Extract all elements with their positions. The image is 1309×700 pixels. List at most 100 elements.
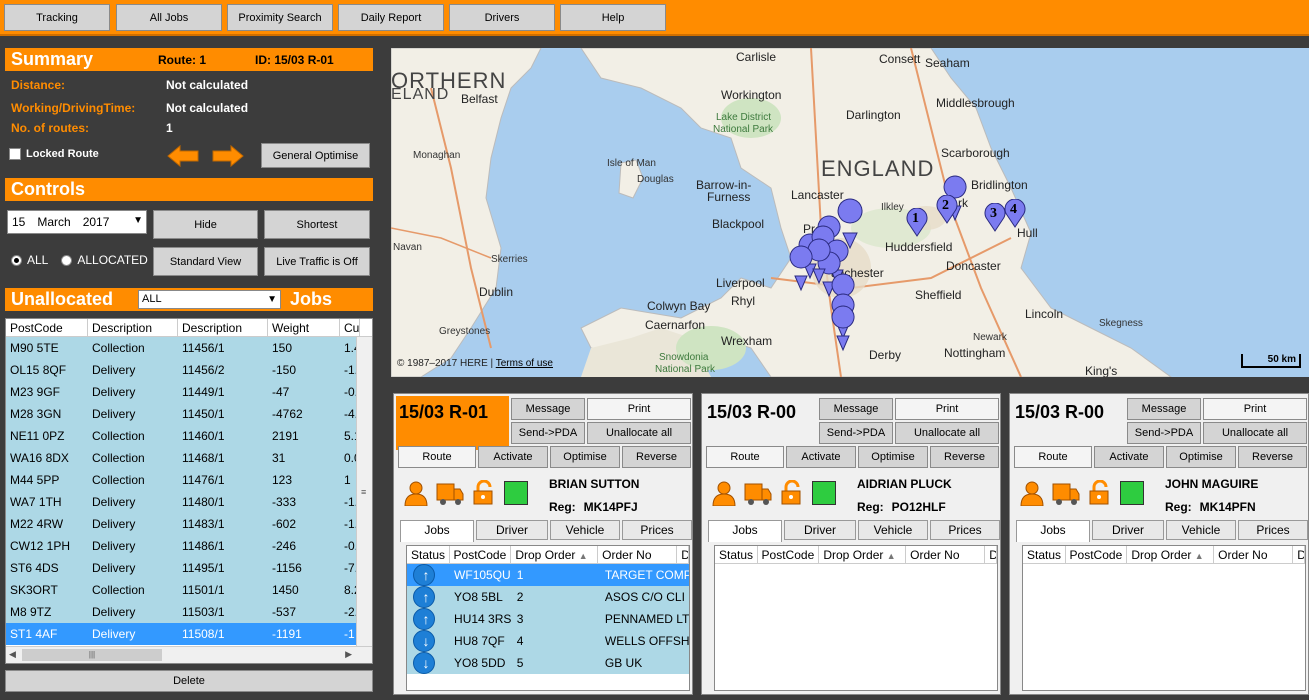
table-row[interactable]: ↑ WF105QU 1 TARGET COMP bbox=[407, 564, 689, 586]
tab-driver[interactable]: Driver bbox=[476, 520, 548, 540]
unallocate-all-button[interactable]: Unallocate all bbox=[895, 422, 999, 444]
col-postcode[interactable]: PostCode bbox=[1066, 546, 1128, 563]
col-description[interactable]: Description bbox=[88, 319, 178, 336]
vertical-scrollbar[interactable]: ≡ bbox=[356, 337, 372, 647]
table-row[interactable]: WA16 8DX Collection 11468/1 31 0.0 bbox=[6, 447, 372, 469]
col-description[interactable]: De bbox=[1293, 546, 1305, 563]
table-row[interactable]: M28 3GN Delivery 11450/1 -4762 -4. bbox=[6, 403, 372, 425]
route-title[interactable]: 15/03 R-00 bbox=[704, 396, 817, 450]
tab-vehicle[interactable]: Vehicle bbox=[550, 520, 620, 540]
horizontal-scrollbar[interactable]: ◀ ||| ▶ bbox=[6, 646, 372, 663]
message-button[interactable]: Message bbox=[511, 398, 585, 420]
route-marker-4[interactable]: 4 bbox=[1003, 199, 1027, 229]
send-pda-button[interactable]: Send->PDA bbox=[1127, 422, 1201, 444]
unlock-icon[interactable] bbox=[778, 480, 806, 506]
hide-button[interactable]: Hide bbox=[153, 210, 258, 239]
tab-jobs[interactable]: Jobs bbox=[708, 520, 782, 542]
unallocate-all-button[interactable]: Unallocate all bbox=[1203, 422, 1307, 444]
nav-help-button[interactable]: Help bbox=[560, 4, 666, 31]
radio-allocated[interactable] bbox=[61, 254, 73, 266]
message-button[interactable]: Message bbox=[1127, 398, 1201, 420]
table-row[interactable]: ↓ YO8 5DD 5 GB UK bbox=[407, 652, 689, 674]
col-postcode[interactable]: PostCode bbox=[6, 319, 88, 336]
table-row[interactable]: M23 9GF Delivery 11449/1 -47 -0. bbox=[6, 381, 372, 403]
col-status[interactable]: Status bbox=[1023, 546, 1066, 563]
map-view[interactable]: ORTHERN ELAND Belfast Carlisle Consett S… bbox=[391, 48, 1309, 377]
col-weight[interactable]: Weight bbox=[268, 319, 340, 336]
arrow-right-icon[interactable] bbox=[211, 144, 245, 168]
unlock-icon[interactable] bbox=[470, 480, 498, 506]
live-traffic-button[interactable]: Live Traffic is Off bbox=[264, 247, 370, 276]
col-drop-order[interactable]: Drop Order ▲ bbox=[819, 546, 907, 563]
col-status[interactable]: Status bbox=[715, 546, 758, 563]
tab-jobs[interactable]: Jobs bbox=[400, 520, 474, 542]
table-row[interactable]: ↓ HU8 7QF 4 WELLS OFFSH bbox=[407, 630, 689, 652]
message-button[interactable]: Message bbox=[819, 398, 893, 420]
activate-button[interactable]: Activate bbox=[1094, 446, 1164, 468]
col-postcode[interactable]: PostCode bbox=[450, 546, 512, 563]
reverse-button[interactable]: Reverse bbox=[622, 446, 691, 468]
tab-prices[interactable]: Prices bbox=[1238, 520, 1308, 540]
table-row[interactable]: SK3ORT Collection 11501/1 1450 8.2 bbox=[6, 579, 372, 601]
nav-all-jobs-button[interactable]: All Jobs bbox=[116, 4, 222, 31]
scroll-right-icon[interactable]: ▶ bbox=[345, 649, 352, 660]
col-order-no[interactable]: Order No bbox=[598, 546, 678, 563]
tab-driver[interactable]: Driver bbox=[1092, 520, 1164, 540]
terms-of-use-link[interactable]: Terms of use bbox=[496, 358, 553, 369]
table-row[interactable]: M44 5PP Collection 11476/1 123 1 bbox=[6, 469, 372, 491]
truck-icon[interactable] bbox=[436, 480, 464, 506]
tab-driver[interactable]: Driver bbox=[784, 520, 856, 540]
print-button[interactable]: Print bbox=[587, 398, 691, 420]
scroll-left-icon[interactable]: ◀ bbox=[9, 649, 16, 660]
scroll-thumb[interactable]: ||| bbox=[22, 649, 162, 661]
optimise-button[interactable]: Optimise bbox=[1166, 446, 1236, 468]
route-button[interactable]: Route bbox=[706, 446, 784, 468]
col-postcode[interactable]: PostCode bbox=[758, 546, 820, 563]
table-row[interactable]: ST1 4AF Delivery 11508/1 -1191 -1 bbox=[6, 623, 372, 645]
unallocated-filter-select[interactable]: ALL ▼ bbox=[138, 290, 281, 309]
table-row[interactable]: WA7 1TH Delivery 11480/1 -333 -1. bbox=[6, 491, 372, 513]
driver-icon[interactable] bbox=[402, 480, 430, 506]
unlock-icon[interactable] bbox=[1086, 480, 1114, 506]
tab-prices[interactable]: Prices bbox=[930, 520, 1000, 540]
delete-button[interactable]: Delete bbox=[5, 670, 373, 692]
col-drop-order[interactable]: Drop Order ▲ bbox=[1127, 546, 1215, 563]
nav-proximity-search-button[interactable]: Proximity Search bbox=[227, 4, 333, 31]
driver-icon[interactable] bbox=[1018, 480, 1046, 506]
shortest-button[interactable]: Shortest bbox=[264, 210, 370, 239]
col-order-no[interactable]: Order No bbox=[1214, 546, 1294, 563]
radio-all[interactable] bbox=[11, 254, 22, 266]
truck-icon[interactable] bbox=[1052, 480, 1080, 506]
route-marker-1[interactable]: 1 bbox=[905, 208, 929, 238]
route-marker-2[interactable]: 2 bbox=[935, 195, 959, 225]
route-button[interactable]: Route bbox=[398, 446, 476, 468]
table-row[interactable]: M8 9TZ Delivery 11503/1 -537 -2. bbox=[6, 601, 372, 623]
unallocate-all-button[interactable]: Unallocate all bbox=[587, 422, 691, 444]
truck-icon[interactable] bbox=[744, 480, 772, 506]
col-cubic[interactable]: Cu bbox=[340, 319, 360, 336]
col-description[interactable]: De bbox=[985, 546, 997, 563]
reverse-button[interactable]: Reverse bbox=[930, 446, 999, 468]
table-row[interactable]: ST6 4DS Delivery 11495/1 -1156 -7. bbox=[6, 557, 372, 579]
activate-button[interactable]: Activate bbox=[478, 446, 548, 468]
route-button[interactable]: Route bbox=[1014, 446, 1092, 468]
col-status[interactable]: Status bbox=[407, 546, 450, 563]
print-button[interactable]: Print bbox=[895, 398, 999, 420]
table-row[interactable]: NE11 0PZ Collection 11460/1 2191 5.1 bbox=[6, 425, 372, 447]
col-order-no[interactable]: Order No bbox=[906, 546, 986, 563]
col-drop-order[interactable]: Drop Order ▲ bbox=[511, 546, 599, 563]
standard-view-button[interactable]: Standard View bbox=[153, 247, 258, 276]
tab-vehicle[interactable]: Vehicle bbox=[858, 520, 928, 540]
tab-vehicle[interactable]: Vehicle bbox=[1166, 520, 1236, 540]
arrow-left-icon[interactable] bbox=[166, 144, 200, 168]
table-row[interactable]: ↑ HU14 3RS 3 PENNAMED LT bbox=[407, 608, 689, 630]
tab-jobs[interactable]: Jobs bbox=[1016, 520, 1090, 542]
table-row[interactable]: OL15 8QF Delivery 11456/2 -150 -1. bbox=[6, 359, 372, 381]
col-description[interactable]: De bbox=[677, 546, 689, 563]
nav-daily-report-button[interactable]: Daily Report bbox=[338, 4, 444, 31]
send-pda-button[interactable]: Send->PDA bbox=[819, 422, 893, 444]
table-row[interactable]: ↑ YO8 5BL 2 ASOS C/O CLI bbox=[407, 586, 689, 608]
optimise-button[interactable]: Optimise bbox=[858, 446, 928, 468]
tab-prices[interactable]: Prices bbox=[622, 520, 692, 540]
table-row[interactable]: M90 5TE Collection 11456/1 150 1.4 bbox=[6, 337, 372, 359]
